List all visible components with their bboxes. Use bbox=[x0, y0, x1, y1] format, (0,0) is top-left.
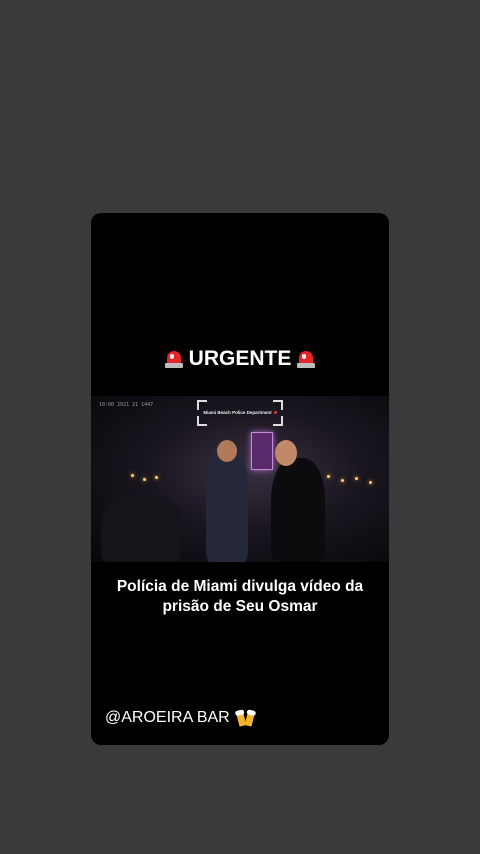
camera-timestamp: 10:00 2021 21 1447 bbox=[99, 402, 154, 408]
story-title: Polícia de Miami divulga vídeo da prisão… bbox=[116, 578, 364, 615]
bodycam-video[interactable]: 10:00 2021 21 1447 Miami Beach Police De… bbox=[91, 396, 389, 562]
department-name: Miami Beach Police Department bbox=[203, 410, 272, 415]
headline-text: URGENTE bbox=[188, 347, 292, 370]
department-watermark: Miami Beach Police Department bbox=[197, 400, 283, 426]
account-handle[interactable]: @AROEIRA BAR bbox=[105, 709, 256, 727]
story-card[interactable]: URGENTE 10:00 2021 21 1447 Miami Beach P… bbox=[91, 213, 389, 745]
person-arrested bbox=[271, 458, 325, 562]
beer-mugs-icon bbox=[236, 709, 256, 727]
crowd bbox=[101, 494, 181, 562]
story-headline: URGENTE bbox=[91, 347, 389, 371]
police-siren-icon bbox=[297, 349, 316, 369]
person-head bbox=[217, 440, 237, 462]
person-head bbox=[275, 440, 297, 466]
handle-text: @AROEIRA BAR bbox=[105, 709, 230, 726]
neon-sign bbox=[251, 432, 273, 470]
police-siren-icon bbox=[164, 349, 183, 369]
